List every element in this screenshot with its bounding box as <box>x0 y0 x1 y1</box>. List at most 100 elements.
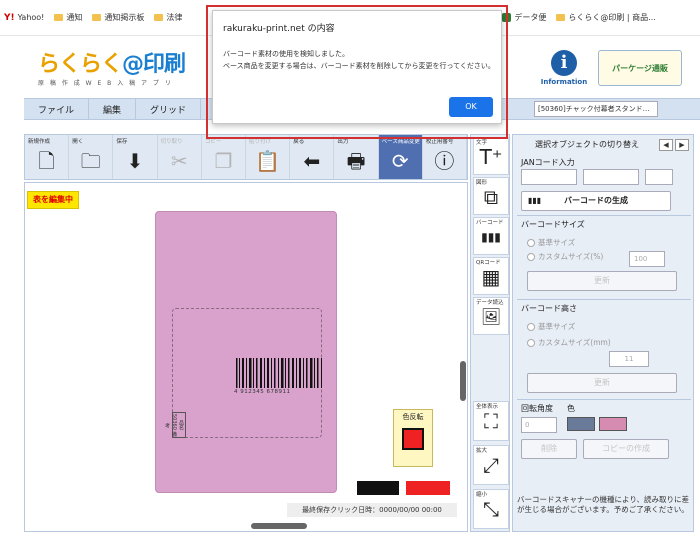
barcode-number: 4 912345 678911 <box>234 389 291 395</box>
fit-all-icon: ⛶ <box>484 409 498 433</box>
vertical-scrollbar[interactable] <box>460 361 466 401</box>
add-shape-button[interactable]: 図形 ⧉ <box>473 177 509 215</box>
update-height-button[interactable]: 更新 <box>527 373 677 393</box>
information-label: Information <box>540 78 588 86</box>
black-swatch[interactable] <box>357 481 399 495</box>
fit-all-button[interactable]: 全体表示 ⛶ <box>473 401 509 441</box>
editing-front-badge: 表を編集中 <box>27 191 79 209</box>
product-label-box[interactable]: 品名 50360 備考 <box>164 412 186 438</box>
last-saved-time: 最終保存クリック日時：0000/00/00 00:00 <box>287 503 457 517</box>
color-swatch-2[interactable] <box>599 417 627 431</box>
create-barcode-button[interactable]: ▮▮▮ バーコードの生成 <box>521 191 671 211</box>
copy-icon: ❐ <box>214 149 233 173</box>
copy-button[interactable]: コピー ❐ <box>201 135 247 179</box>
jan-input-1[interactable] <box>521 169 577 185</box>
bookmark-rakuraku[interactable]: らくらく@印刷 | 商品... <box>556 12 656 23</box>
horizontal-scrollbar[interactable] <box>251 523 307 529</box>
divider <box>517 299 691 300</box>
shape-icon: ⧉ <box>483 185 499 209</box>
bookmark-notice-board[interactable]: 通知掲示板 <box>92 12 144 23</box>
jan-input-2[interactable] <box>583 169 639 185</box>
bookmark-yahoo[interactable]: Y! Yahoo! <box>4 13 44 23</box>
arrow-left-icon: ⬅ <box>303 149 321 173</box>
info-icon: i <box>551 50 577 76</box>
design-canvas[interactable]: 表を編集中 4 912345 678911 品名 50360 備考 色反転 最終… <box>24 182 468 532</box>
radio-icon <box>527 252 535 261</box>
menu-edit[interactable]: 編集 <box>89 99 137 119</box>
radio-icon <box>527 238 535 247</box>
color-swatch-1[interactable] <box>567 417 595 431</box>
text-add-icon: T⁺ <box>479 145 503 169</box>
barcode-object[interactable] <box>234 358 324 388</box>
new-file-button[interactable]: 新規作成 🗋 <box>25 135 70 179</box>
paste-icon: 📋 <box>255 149 281 173</box>
properties-panel: 選択オブジェクトの切り替え ◀ ▶ JANコード入力 ▮▮▮ バーコードの生成 … <box>512 134 694 532</box>
delete-button[interactable]: 削除 <box>521 439 577 459</box>
next-object-button[interactable]: ▶ <box>675 139 689 151</box>
add-qrcode-button[interactable]: QRコード ▦ <box>473 257 509 295</box>
paste-button[interactable]: 貼り付け 📋 <box>246 135 291 179</box>
load-data-button[interactable]: データ読込 🖼 <box>473 297 509 335</box>
folder-icon <box>92 14 102 21</box>
add-text-button[interactable]: 文字 T⁺ <box>473 137 509 175</box>
barcode-size-title: バーコードサイズ <box>521 220 585 229</box>
jan-code-label: JANコード入力 <box>521 158 575 167</box>
logo-text: らくらく@印刷 <box>38 52 186 77</box>
package-shop-badge[interactable]: パーケージ通販 <box>598 50 682 86</box>
radio-icon <box>527 338 535 347</box>
prev-object-button[interactable]: ◀ <box>659 139 673 151</box>
zoom-out-button[interactable]: 縮小 ⤡ <box>473 489 509 529</box>
divider <box>517 399 691 400</box>
object-tools: 文字 T⁺ 図形 ⧉ バーコード ▮▮▮ QRコード ▦ データ読込 🖼 全体表示 ⛶ 拡大… <box>470 134 510 532</box>
jan-input-3[interactable] <box>645 169 673 185</box>
logo-subtitle: 原 稿 作 成 W E B 入 稿 ア プ リ <box>38 80 173 87</box>
folder-icon <box>54 14 64 21</box>
red-swatch[interactable] <box>406 481 450 495</box>
print-button[interactable]: 出力 🖶 <box>334 135 379 179</box>
information-button[interactable]: i Information <box>540 50 588 96</box>
barcode-icon: ▮▮▮ <box>528 196 542 205</box>
height-input[interactable]: 11 <box>609 351 649 367</box>
size-standard-radio[interactable]: 基準サイズ <box>527 237 575 248</box>
zoom-in-button[interactable]: 拡大 ⤢ <box>473 445 509 485</box>
rakuraku-logo[interactable]: らくらく@印刷 原 稿 作 成 W E B 入 稿 ア プ リ <box>38 52 198 96</box>
change-base-product-button[interactable]: ベース商品変更 ⟳ <box>378 135 423 179</box>
info-circle-icon: ⓘ <box>434 149 455 173</box>
height-custom-radio[interactable]: カスタムサイズ(mm) <box>527 337 611 348</box>
image-icon: 🖼 <box>480 307 502 326</box>
update-size-button[interactable]: 更新 <box>527 271 677 291</box>
bookmark-law[interactable]: 法律 <box>154 12 182 23</box>
toolbar: 新規作成 🗋 開く 🗀 保存 ⬇ 切り取り ✂ コピー ❐ 貼り付け 📋 戻る ⬅ 出力 🖶 ベ… <box>24 134 468 180</box>
cut-button[interactable]: 切り取り ✂ <box>157 135 202 179</box>
highlight-outline <box>206 5 508 139</box>
create-copy-button[interactable]: コピーの作成 <box>583 439 669 459</box>
zoom-in-icon: ⤢ <box>483 453 499 477</box>
color-invert-label: 色反転 <box>402 413 424 421</box>
height-standard-radio[interactable]: 基準サイズ <box>527 321 575 332</box>
download-icon: ⬇ <box>126 149 144 173</box>
scanner-note: バーコードスキャナーの機種により、読み取りに差が生じる場合がございます。予めご了… <box>517 495 690 514</box>
color-label: 色 <box>567 404 575 413</box>
menu-file[interactable]: ファイル <box>24 99 90 119</box>
yahoo-icon: Y! <box>4 12 15 23</box>
color-invert-icon <box>402 428 424 450</box>
add-barcode-button[interactable]: バーコード ▮▮▮ <box>473 217 509 255</box>
size-custom-radio[interactable]: カスタムサイズ(%) <box>527 251 603 262</box>
color-invert-button[interactable]: 色反転 <box>393 409 433 467</box>
folder-icon <box>154 14 164 21</box>
package-preview[interactable]: 4 912345 678911 品名 50360 備考 <box>155 211 337 493</box>
new-file-icon: 🗋 <box>38 149 55 173</box>
size-select[interactable]: 100 <box>629 251 665 267</box>
open-folder-icon: 🗀 <box>80 149 101 173</box>
back-button[interactable]: 戻る ⬅ <box>290 135 335 179</box>
printer-icon: 🖶 <box>346 149 366 173</box>
save-button[interactable]: 保存 ⬇ <box>113 135 158 179</box>
bookmark-data[interactable]: データ便 <box>502 12 546 23</box>
menu-grid[interactable]: グリッド <box>136 99 202 119</box>
proof-number-button[interactable]: 校正用番号 ⓘ <box>422 135 468 179</box>
folder-icon <box>556 14 566 21</box>
bookmark-notice[interactable]: 通知 <box>54 12 82 23</box>
rotation-input[interactable]: 0 <box>521 417 557 433</box>
zoom-out-icon: ⤡ <box>483 497 499 521</box>
open-button[interactable]: 開く 🗀 <box>69 135 114 179</box>
